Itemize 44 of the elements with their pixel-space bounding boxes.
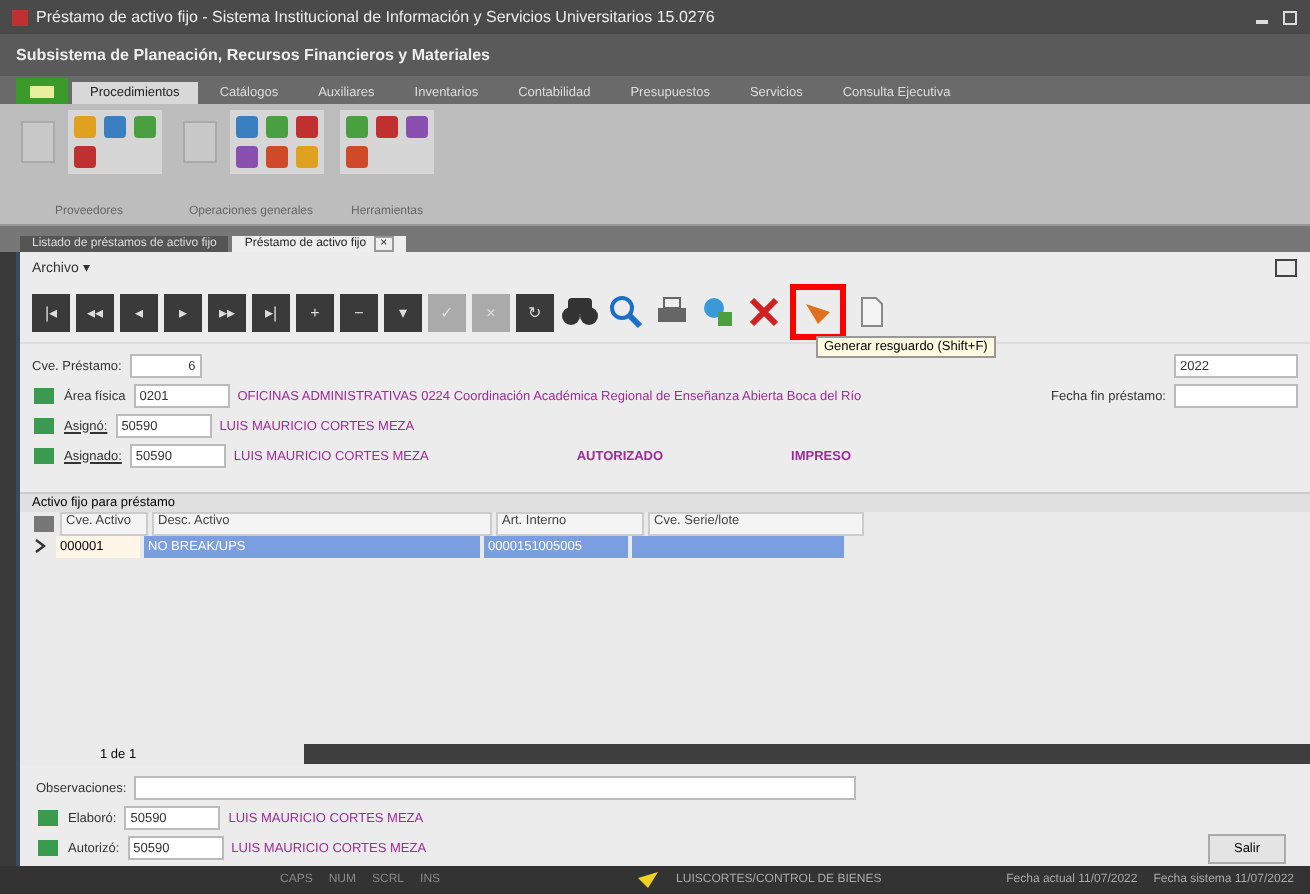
navigation-button[interactable]: ↻ <box>516 293 554 331</box>
binoculars-icon <box>562 294 598 330</box>
observations-field[interactable] <box>134 776 857 800</box>
tool-icon[interactable] <box>264 144 290 170</box>
tool-icon[interactable] <box>234 114 260 140</box>
lookup-icon[interactable] <box>36 808 60 828</box>
navigation-button[interactable]: |◂ <box>32 293 70 331</box>
app-icon <box>12 9 28 25</box>
navigation-button[interactable]: − <box>340 293 378 331</box>
navigation-button[interactable]: ▸ <box>164 293 202 331</box>
scroll-bar[interactable] <box>304 744 1310 764</box>
navigation-button[interactable]: + <box>296 293 334 331</box>
delete-icon <box>746 294 782 330</box>
navigation-button[interactable]: ▾ <box>384 293 422 331</box>
maximize-button[interactable] <box>1282 9 1298 25</box>
tool-button[interactable] <box>744 292 784 332</box>
end-date-field[interactable] <box>1174 384 1298 408</box>
tool-icon[interactable] <box>404 114 430 140</box>
tool-icon[interactable] <box>234 144 260 170</box>
tool-icon[interactable] <box>72 144 98 170</box>
lookup-icon[interactable] <box>32 386 56 406</box>
tool-icon[interactable] <box>344 144 370 170</box>
lookup-icon[interactable] <box>32 416 56 436</box>
navigation-button[interactable]: ◂ <box>120 293 158 331</box>
navigation-button[interactable]: ▸▸ <box>208 293 246 331</box>
user-icon <box>636 870 661 890</box>
logo <box>28 82 56 100</box>
home-button[interactable] <box>16 78 68 104</box>
window-icon[interactable] <box>1274 257 1298 277</box>
navigation-button[interactable]: ◂◂ <box>76 293 114 331</box>
tool-icon[interactable] <box>344 114 370 140</box>
window-title: Préstamo de activo fijo - Sistema Institucional de Información y Servicios Universitarios 15.0276 <box>36 8 715 26</box>
subsystem-title: Subsistema de Planeación, Recursos Financieros y Materiales <box>16 46 490 64</box>
lookup-icon[interactable] <box>32 446 56 466</box>
column-chooser-icon[interactable] <box>32 513 56 533</box>
tool-icon[interactable] <box>374 114 400 140</box>
lookup-icon[interactable] <box>36 838 60 858</box>
globe-icon <box>700 294 736 330</box>
tool-icon[interactable] <box>102 114 128 140</box>
navigation-button[interactable]: ▸| <box>252 293 290 331</box>
search-icon <box>608 294 644 330</box>
tool-icon[interactable] <box>294 114 320 140</box>
tool-icon[interactable] <box>264 114 290 140</box>
tool-icon[interactable] <box>132 114 158 140</box>
